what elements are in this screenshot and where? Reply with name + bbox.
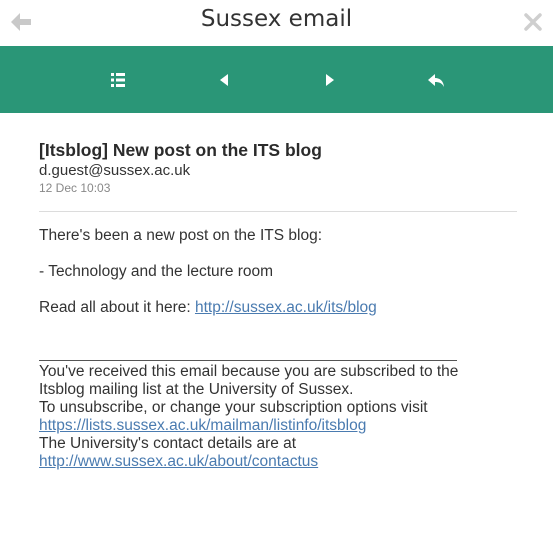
window-title: Sussex email bbox=[200, 6, 353, 32]
next-icon[interactable] bbox=[318, 68, 342, 92]
body-text: Read all about it here: bbox=[39, 299, 195, 316]
body-line: Read all about it here: http://sussex.ac… bbox=[39, 299, 517, 317]
message-view: [Itsblog] New post on the ITS blog d.gue… bbox=[39, 139, 517, 471]
reply-icon[interactable] bbox=[424, 68, 448, 92]
message-date: 12 Dec 10:03 bbox=[39, 181, 111, 195]
title-bar: Sussex email bbox=[0, 0, 553, 47]
body-line: - Technology and the lecture room bbox=[39, 263, 274, 280]
unsubscribe-link[interactable]: https://lists.sussex.ac.uk/mailman/listi… bbox=[39, 417, 517, 435]
footer-line: You've received this email because you a… bbox=[39, 363, 459, 380]
message-footer: You've received this email because you a… bbox=[39, 363, 517, 471]
previous-icon[interactable] bbox=[212, 68, 236, 92]
blog-link[interactable]: http://sussex.ac.uk/its/blog bbox=[195, 299, 377, 316]
header-divider bbox=[39, 211, 517, 212]
message-body: There's been a new post on the ITS blog:… bbox=[39, 227, 517, 317]
footer-line: To unsubscribe, or change your subscript… bbox=[39, 399, 428, 416]
message-toolbar bbox=[0, 46, 553, 113]
message-subject: [Itsblog] New post on the ITS blog bbox=[39, 140, 322, 160]
body-line: There's been a new post on the ITS blog: bbox=[39, 227, 322, 244]
list-icon[interactable] bbox=[106, 68, 130, 92]
close-icon[interactable] bbox=[523, 12, 543, 32]
message-sender: d.guest@sussex.ac.uk bbox=[39, 162, 191, 179]
footer-line: Itsblog mailing list at the University o… bbox=[39, 381, 354, 398]
contact-link[interactable]: http://www.sussex.ac.uk/about/contactus bbox=[39, 453, 517, 471]
footer-line: The University's contact details are at bbox=[39, 435, 297, 452]
signature-divider bbox=[39, 360, 457, 361]
